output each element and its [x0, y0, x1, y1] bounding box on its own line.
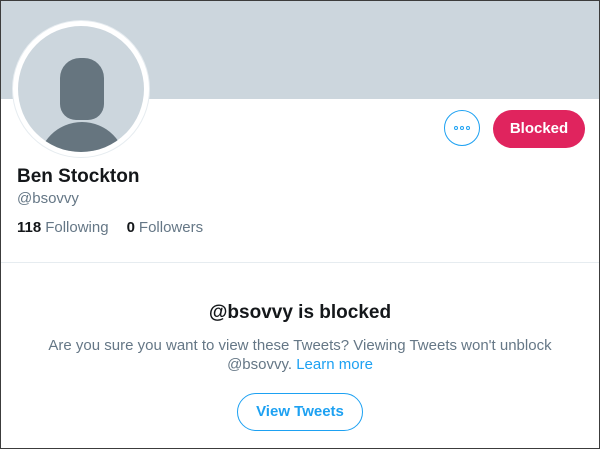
learn-more-link[interactable]: Learn more — [296, 356, 373, 373]
avatar-body-shape — [38, 122, 126, 152]
view-tweets-button[interactable]: View Tweets — [237, 393, 363, 431]
followers-link[interactable]: 0 Followers — [127, 219, 204, 236]
following-link[interactable]: 118 Following — [17, 219, 109, 236]
more-dots-icon — [445, 126, 479, 130]
blocked-button[interactable]: Blocked — [493, 110, 585, 148]
blocked-title: @bsovvy is blocked — [208, 302, 392, 323]
blocked-message: Are you sure you want to view these Twee… — [31, 336, 569, 374]
profile-handle: @bsovvy — [17, 190, 79, 207]
profile-name: Ben Stockton — [17, 166, 140, 187]
followers-label: Followers — [138, 219, 204, 236]
more-options-button[interactable] — [444, 110, 480, 146]
default-avatar-icon — [18, 26, 144, 152]
following-count: 118 — [17, 219, 42, 236]
dot — [466, 126, 470, 130]
dot — [454, 126, 458, 130]
profile-page: Blocked Ben Stockton @bsovvy 118 Followin… — [0, 0, 600, 449]
avatar-head-shape — [60, 58, 104, 120]
divider — [1, 262, 599, 263]
avatar[interactable] — [13, 21, 149, 157]
dot — [460, 126, 464, 130]
followers-count: 0 — [126, 219, 135, 236]
following-label: Following — [45, 219, 109, 236]
profile-stats: 118 Following 0 Followers — [17, 219, 221, 236]
